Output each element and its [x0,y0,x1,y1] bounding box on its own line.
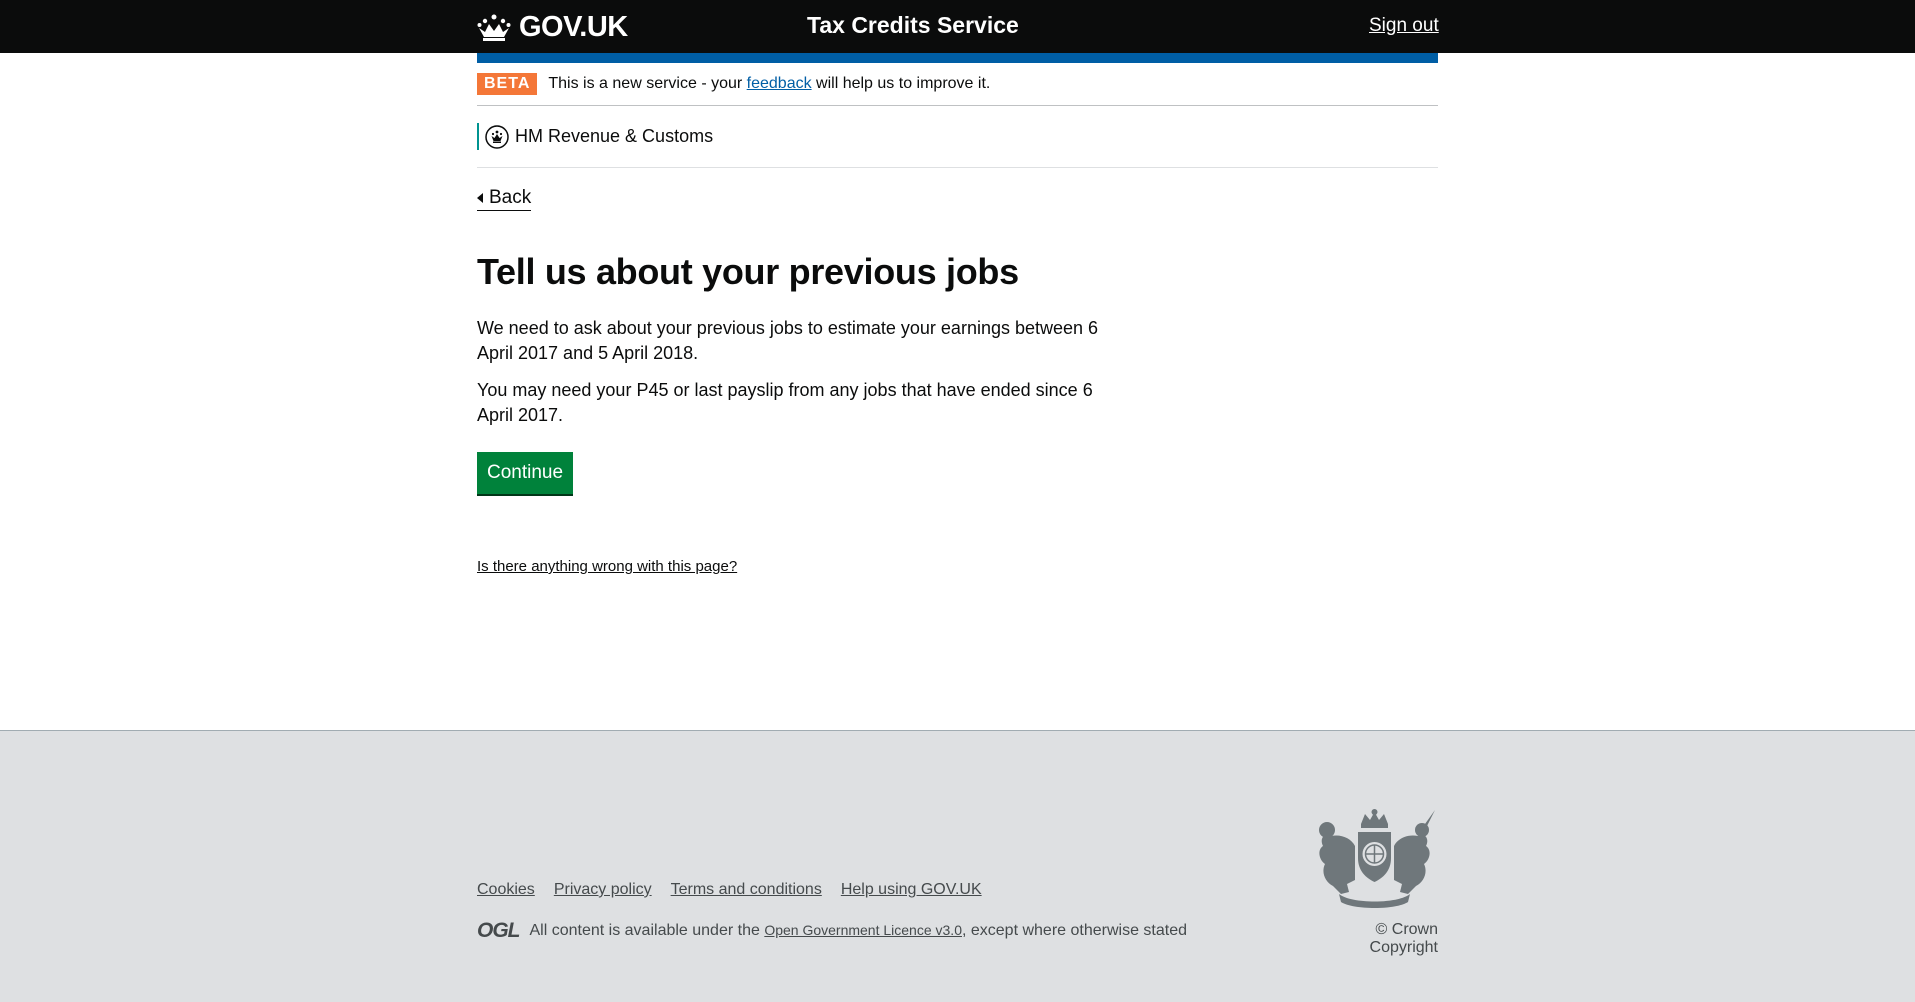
footer-link-privacy[interactable]: Privacy policy [554,881,652,899]
continue-button[interactable]: Continue [477,452,573,494]
sign-out-link[interactable]: Sign out [1369,15,1439,37]
logo-text: GOV.UK [519,10,628,43]
licence-text-before: All content is available under the [529,922,765,939]
licence-link[interactable]: Open Government Licence v3.0 [764,922,962,938]
footer-link-terms[interactable]: Terms and conditions [671,881,822,899]
footer-link-help[interactable]: Help using GOV.UK [841,881,982,899]
phase-banner: BETA This is a new service - your feedba… [477,63,1438,106]
org-colour-line [477,123,479,150]
licence-text-after: , except where otherwise stated [961,922,1187,939]
licence-text: All content is available under the Open … [530,922,1188,940]
footer-link-cookies[interactable]: Cookies [477,881,535,899]
service-name[interactable]: Tax Credits Service [807,12,1019,39]
royal-coat-of-arms-icon [1319,809,1435,908]
page-title: Tell us about your previous jobs [477,251,1019,292]
hmrc-crest-icon [485,124,509,149]
back-arrow-icon [477,193,483,203]
phase-text: This is a new service - your feedback wi… [548,75,990,93]
beta-tag: BETA [477,73,538,95]
crown-icon [477,14,511,41]
footer: Cookies Privacy policy Terms and conditi… [0,730,1915,1002]
p45-paragraph: You may need your P45 or last payslip fr… [477,380,1093,425]
ogl-logo: OGL [477,919,520,942]
footer-links: Cookies Privacy policy Terms and conditi… [477,881,982,899]
organisation-banner: HM Revenue & Customs [477,106,1438,168]
back-link[interactable]: Back [477,187,532,211]
organisation-name: HM Revenue & Customs [515,126,714,146]
report-problem-link[interactable]: Is there anything wrong with this page? [477,558,737,575]
back-link-label: Back [489,187,532,208]
crown-copyright[interactable]: © Crown Copyright [1304,921,1438,957]
intro-paragraph: We need to ask about your previous jobs … [477,318,1099,363]
phase-text-before: This is a new service - your [548,75,747,92]
govuk-logo-link[interactable]: GOV.UK [477,10,628,44]
feedback-link[interactable]: feedback [747,75,812,92]
licence-row: OGL All content is available under the O… [477,919,1187,943]
phase-text-after: will help us to improve it. [811,75,991,92]
header-accent-bar [477,53,1438,63]
